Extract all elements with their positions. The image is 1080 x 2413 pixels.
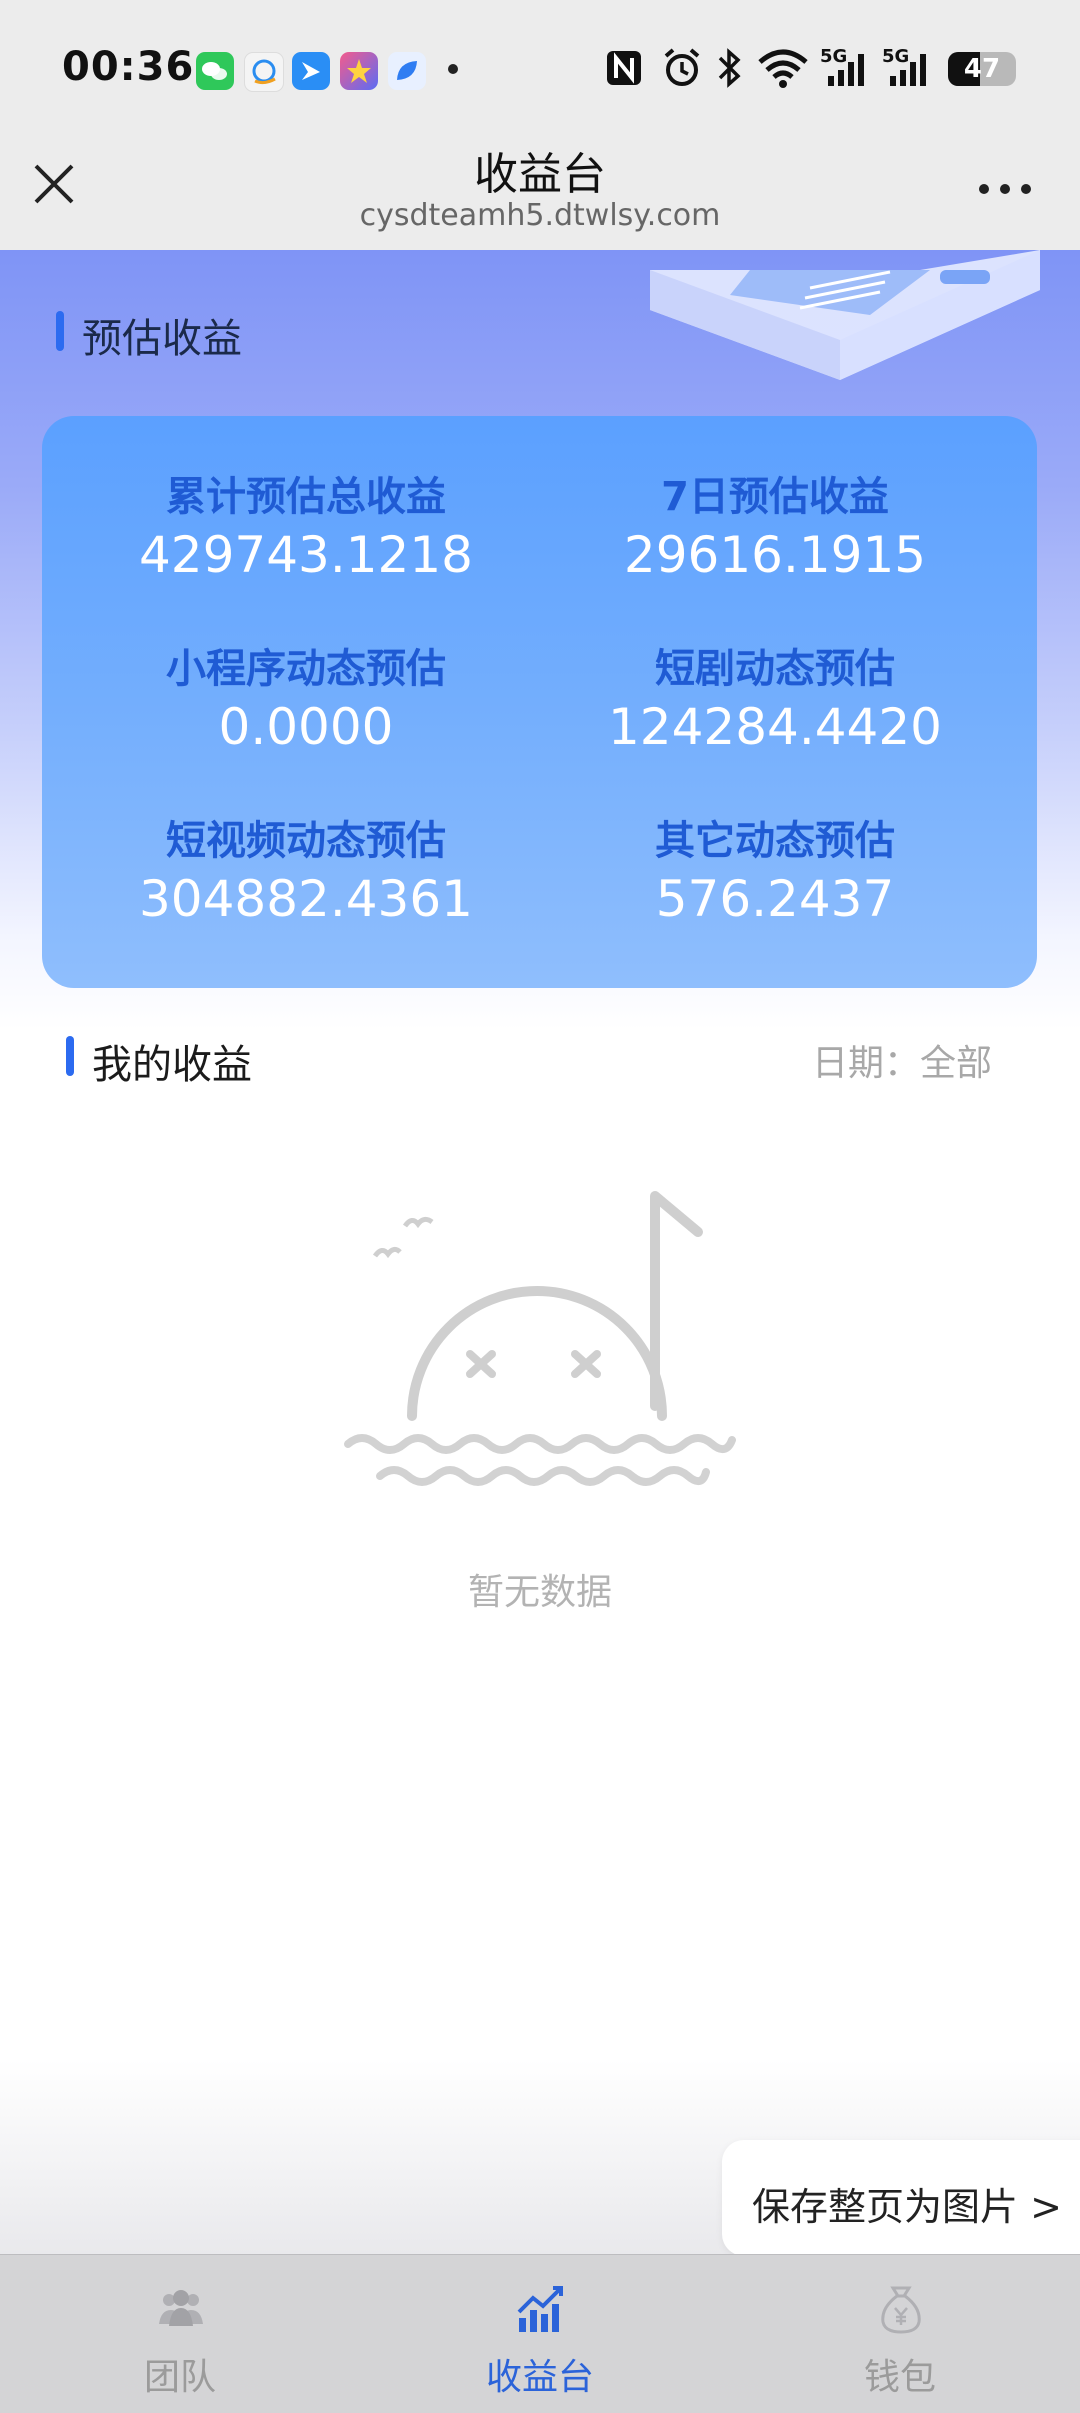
star-app-icon [340,52,378,90]
stat-value: 124284.4420 [607,698,942,756]
stat-label: 小程序动态预估 [166,646,446,692]
stat-label: 短视频动态预估 [166,818,446,864]
nfc-icon [604,46,644,90]
empty-state-text: 暂无数据 [467,1572,612,1613]
tab-team[interactable]: 团队 [0,2254,360,2412]
team-icon [155,2284,207,2336]
battery-level: 47 [963,54,1001,84]
network-type-2: 5G [882,46,910,67]
page-title: 收益台 [474,149,606,200]
feishu-icon [292,52,330,90]
stat-value: 304882.4361 [138,870,473,928]
stat-label: 其它动态预估 [655,818,895,864]
battery-icon: 47 [948,52,1016,86]
network-type-1: 5G [820,46,848,67]
more-options-icon[interactable] [978,180,1032,194]
chart-trend-icon [515,2284,567,2336]
alarm-icon [660,46,704,90]
tab-wallet-label: 钱包 [863,2357,936,2398]
more-notifications-dot [448,64,458,74]
leaf-app-icon [388,52,426,90]
wifi-icon [756,46,810,90]
status-time: 00:36 [62,44,195,90]
section-marker [66,1036,74,1076]
qq-browser-icon [244,52,284,92]
bluetooth-icon [714,46,744,90]
signal-5g-icon-1: 5G [820,46,872,90]
page-domain: cysdteamh5.dtwlsy.com [359,198,721,233]
stat-value: 576.2437 [655,870,895,928]
empty-state-illustration [340,1176,740,1496]
tab-team-label: 团队 [143,2357,216,2398]
stat-value: 429743.1218 [138,526,473,584]
tab-revenue-label: 收益台 [485,2357,594,2398]
stat-label: 累计预估总收益 [166,474,446,520]
date-filter[interactable]: 日期：全部 [812,1034,992,1086]
signal-5g-icon-2: 5G [882,46,934,90]
tab-revenue[interactable]: 收益台 [360,2254,720,2412]
save-page-image-label: 保存整页为图片 > [752,2185,1062,2229]
stat-label: 7日预估收益 [661,474,889,520]
section-marker [56,311,64,351]
stat-label: 短剧动态预估 [655,646,895,692]
money-bag-icon [875,2284,927,2336]
my-income-title: 我的收益 [92,1042,252,1088]
stat-value: 0.0000 [218,698,394,756]
wechat-icon [196,52,234,90]
estimated-income-title: 预估收益 [82,316,242,362]
tab-wallet[interactable]: 钱包 [720,2254,1080,2412]
dashboard-illustration [640,250,1050,390]
stat-value: 29616.1915 [623,526,927,584]
